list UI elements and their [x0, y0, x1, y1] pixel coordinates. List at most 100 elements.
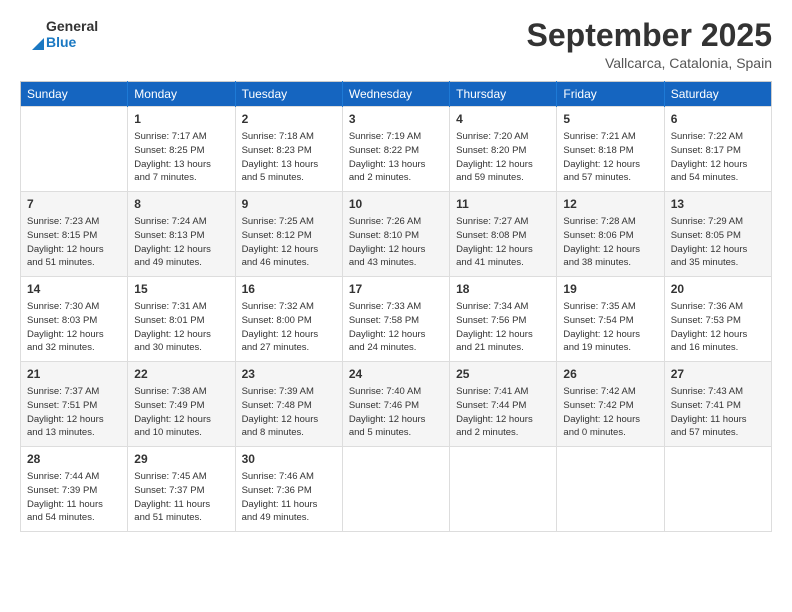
cell-date: 3: [349, 111, 443, 128]
logo-blue: Blue: [46, 34, 98, 50]
calendar-week-row: 7Sunrise: 7:23 AM Sunset: 8:15 PM Daylig…: [21, 192, 772, 277]
cell-info: Sunrise: 7:43 AM Sunset: 7:41 PM Dayligh…: [671, 385, 765, 440]
cell-date: 29: [134, 451, 228, 468]
cell-info: Sunrise: 7:22 AM Sunset: 8:17 PM Dayligh…: [671, 130, 765, 185]
cell-info: Sunrise: 7:28 AM Sunset: 8:06 PM Dayligh…: [563, 215, 657, 270]
calendar-day-header: Thursday: [450, 82, 557, 107]
cell-info: Sunrise: 7:24 AM Sunset: 8:13 PM Dayligh…: [134, 215, 228, 270]
calendar-cell: [664, 447, 771, 532]
calendar-cell: 6Sunrise: 7:22 AM Sunset: 8:17 PM Daylig…: [664, 107, 771, 192]
calendar-cell: [21, 107, 128, 192]
cell-info: Sunrise: 7:45 AM Sunset: 7:37 PM Dayligh…: [134, 470, 228, 525]
calendar-cell: 1 Sunrise: 7:17 AM Sunset: 8:25 PM Daylig…: [128, 107, 235, 192]
cell-date: 12: [563, 196, 657, 213]
cell-date: 17: [349, 281, 443, 298]
cell-info: Sunrise: 7:17 AM Sunset: 8:25 PM Dayligh…: [134, 130, 228, 185]
cell-date: 21: [27, 366, 121, 383]
cell-date: 16: [242, 281, 336, 298]
calendar-table: SundayMondayTuesdayWednesdayThursdayFrid…: [20, 81, 772, 532]
calendar-cell: 4Sunrise: 7:20 AM Sunset: 8:20 PM Daylig…: [450, 107, 557, 192]
calendar-cell: 2 Sunrise: 7:18 AM Sunset: 8:23 PM Daylig…: [235, 107, 342, 192]
calendar-week-row: 14 Sunrise: 7:30 AM Sunset: 8:03 PM Dayli…: [21, 277, 772, 362]
cell-info: Sunrise: 7:36 AM Sunset: 7:53 PM Dayligh…: [671, 300, 765, 355]
cell-date: 1: [134, 111, 228, 128]
calendar-day-header: Friday: [557, 82, 664, 107]
calendar-week-row: 21Sunrise: 7:37 AM Sunset: 7:51 PM Dayli…: [21, 362, 772, 447]
cell-date: 8: [134, 196, 228, 213]
cell-date: 26: [563, 366, 657, 383]
calendar-cell: 11 Sunrise: 7:27 AM Sunset: 8:08 PM Dayli…: [450, 192, 557, 277]
calendar-cell: 10 Sunrise: 7:26 AM Sunset: 8:10 PM Dayli…: [342, 192, 449, 277]
calendar-cell: 27 Sunrise: 7:43 AM Sunset: 7:41 PM Dayli…: [664, 362, 771, 447]
calendar-cell: [557, 447, 664, 532]
calendar-cell: 29 Sunrise: 7:45 AM Sunset: 7:37 PM Dayli…: [128, 447, 235, 532]
calendar-day-header: Tuesday: [235, 82, 342, 107]
cell-date: 30: [242, 451, 336, 468]
cell-date: 15: [134, 281, 228, 298]
calendar-cell: 3 Sunrise: 7:19 AM Sunset: 8:22 PM Daylig…: [342, 107, 449, 192]
cell-info: Sunrise: 7:38 AM Sunset: 7:49 PM Dayligh…: [134, 385, 228, 440]
cell-info: Sunrise: 7:40 AM Sunset: 7:46 PM Dayligh…: [349, 385, 443, 440]
title-block: September 2025 Vallcarca, Catalonia, Spa…: [527, 18, 772, 71]
calendar-day-header: Wednesday: [342, 82, 449, 107]
calendar-cell: 16 Sunrise: 7:32 AM Sunset: 8:00 PM Dayli…: [235, 277, 342, 362]
calendar-week-row: 1 Sunrise: 7:17 AM Sunset: 8:25 PM Daylig…: [21, 107, 772, 192]
calendar-cell: 14 Sunrise: 7:30 AM Sunset: 8:03 PM Dayli…: [21, 277, 128, 362]
header: General Blue September 2025 Vallcarca, C…: [20, 18, 772, 71]
calendar-cell: 20 Sunrise: 7:36 AM Sunset: 7:53 PM Dayli…: [664, 277, 771, 362]
cell-date: 22: [134, 366, 228, 383]
cell-info: Sunrise: 7:30 AM Sunset: 8:03 PM Dayligh…: [27, 300, 121, 355]
calendar-cell: 13 Sunrise: 7:29 AM Sunset: 8:05 PM Dayli…: [664, 192, 771, 277]
cell-info: Sunrise: 7:32 AM Sunset: 8:00 PM Dayligh…: [242, 300, 336, 355]
cell-date: 14: [27, 281, 121, 298]
calendar-day-header: Monday: [128, 82, 235, 107]
cell-date: 9: [242, 196, 336, 213]
cell-date: 5: [563, 111, 657, 128]
calendar-cell: 22 Sunrise: 7:38 AM Sunset: 7:49 PM Dayli…: [128, 362, 235, 447]
calendar-cell: [342, 447, 449, 532]
cell-info: Sunrise: 7:19 AM Sunset: 8:22 PM Dayligh…: [349, 130, 443, 185]
cell-date: 27: [671, 366, 765, 383]
calendar-cell: 9 Sunrise: 7:25 AM Sunset: 8:12 PM Daylig…: [235, 192, 342, 277]
cell-info: Sunrise: 7:42 AM Sunset: 7:42 PM Dayligh…: [563, 385, 657, 440]
cell-info: Sunrise: 7:34 AM Sunset: 7:56 PM Dayligh…: [456, 300, 550, 355]
cell-date: 18: [456, 281, 550, 298]
logo-text-block: General Blue: [46, 18, 98, 50]
cell-date: 24: [349, 366, 443, 383]
cell-info: Sunrise: 7:25 AM Sunset: 8:12 PM Dayligh…: [242, 215, 336, 270]
calendar-day-header: Sunday: [21, 82, 128, 107]
calendar-cell: 8 Sunrise: 7:24 AM Sunset: 8:13 PM Daylig…: [128, 192, 235, 277]
logo-container: General Blue: [20, 18, 98, 50]
cell-info: Sunrise: 7:26 AM Sunset: 8:10 PM Dayligh…: [349, 215, 443, 270]
cell-date: 10: [349, 196, 443, 213]
logo-general: General: [46, 18, 98, 34]
calendar-cell: 28Sunrise: 7:44 AM Sunset: 7:39 PM Dayli…: [21, 447, 128, 532]
cell-date: 23: [242, 366, 336, 383]
cell-info: Sunrise: 7:31 AM Sunset: 8:01 PM Dayligh…: [134, 300, 228, 355]
cell-info: Sunrise: 7:20 AM Sunset: 8:20 PM Dayligh…: [456, 130, 550, 185]
cell-date: 2: [242, 111, 336, 128]
page: General Blue September 2025 Vallcarca, C…: [0, 0, 792, 612]
cell-info: Sunrise: 7:29 AM Sunset: 8:05 PM Dayligh…: [671, 215, 765, 270]
calendar-cell: 21Sunrise: 7:37 AM Sunset: 7:51 PM Dayli…: [21, 362, 128, 447]
cell-info: Sunrise: 7:46 AM Sunset: 7:36 PM Dayligh…: [242, 470, 336, 525]
cell-info: Sunrise: 7:18 AM Sunset: 8:23 PM Dayligh…: [242, 130, 336, 185]
calendar-header-row: SundayMondayTuesdayWednesdayThursdayFrid…: [21, 82, 772, 107]
calendar-cell: 7Sunrise: 7:23 AM Sunset: 8:15 PM Daylig…: [21, 192, 128, 277]
logo-icon-shape: [20, 18, 44, 50]
calendar-cell: 19Sunrise: 7:35 AM Sunset: 7:54 PM Dayli…: [557, 277, 664, 362]
cell-date: 13: [671, 196, 765, 213]
cell-date: 11: [456, 196, 550, 213]
cell-info: Sunrise: 7:21 AM Sunset: 8:18 PM Dayligh…: [563, 130, 657, 185]
calendar-cell: 30 Sunrise: 7:46 AM Sunset: 7:36 PM Dayli…: [235, 447, 342, 532]
cell-date: 20: [671, 281, 765, 298]
calendar-cell: [450, 447, 557, 532]
cell-info: Sunrise: 7:44 AM Sunset: 7:39 PM Dayligh…: [27, 470, 121, 525]
calendar-cell: 5 Sunrise: 7:21 AM Sunset: 8:18 PM Daylig…: [557, 107, 664, 192]
cell-info: Sunrise: 7:27 AM Sunset: 8:08 PM Dayligh…: [456, 215, 550, 270]
month-title: September 2025: [527, 18, 772, 53]
cell-info: Sunrise: 7:33 AM Sunset: 7:58 PM Dayligh…: [349, 300, 443, 355]
calendar-cell: 26 Sunrise: 7:42 AM Sunset: 7:42 PM Dayli…: [557, 362, 664, 447]
logo: General Blue: [20, 18, 98, 50]
calendar-cell: 24 Sunrise: 7:40 AM Sunset: 7:46 PM Dayli…: [342, 362, 449, 447]
